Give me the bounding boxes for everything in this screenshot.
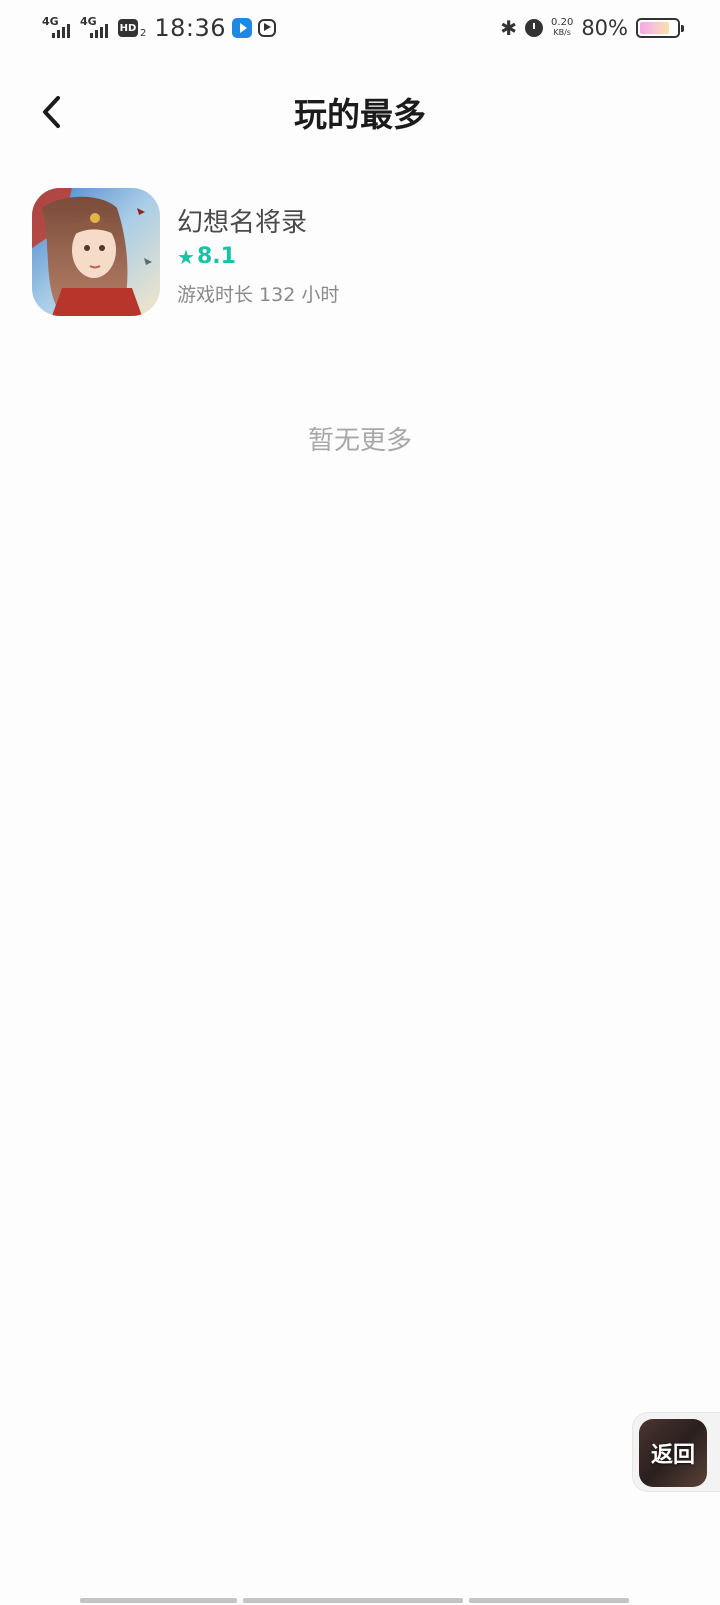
floating-return-button[interactable]: 返回 (632, 1412, 720, 1492)
network-speed: 0.20 KB/s (551, 18, 573, 38)
status-right: ✱ 0.20 KB/s 80% (500, 12, 684, 44)
alarm-icon (525, 19, 544, 37)
list-end-text: 暂无更多 (307, 426, 412, 456)
battery-percent: 80% (581, 16, 628, 40)
gesture-bar-segment (243, 1598, 463, 1603)
page-header: 玩的最多 (0, 70, 720, 154)
network-speed-unit: KB/s (553, 28, 571, 37)
rating-value: 8.1 (196, 244, 236, 269)
gesture-bar (80, 1598, 629, 1603)
game-icon[interactable] (32, 188, 160, 316)
game-list-item[interactable]: 幻想名将录 ★ 8.1 游戏时长 132 小时 (32, 188, 692, 318)
floating-return-thumbnail[interactable]: 返回 (639, 1419, 707, 1487)
gesture-bar-segment (469, 1598, 629, 1603)
app-notification-icon (232, 18, 253, 38)
media-icon (258, 19, 277, 37)
clock: 18:36 (154, 14, 227, 42)
signal-icon: 4G (42, 16, 74, 40)
floating-return-label: 返回 (650, 1443, 695, 1468)
signal-icon-2: 4G (80, 16, 112, 40)
gesture-bar-segment (80, 1598, 237, 1603)
game-rating: ★ 8.1 (177, 244, 236, 269)
status-bar: 4G 4G HD 2 18:36 ✱ 0.20 KB/s 80% (0, 0, 720, 56)
game-name: 幻想名将录 (177, 208, 308, 238)
battery-level (640, 22, 669, 34)
game-playtime: 游戏时长 132 小时 (177, 284, 340, 306)
game-art-image (32, 188, 160, 316)
hd-icon: HD (118, 19, 138, 37)
bluetooth-icon: ✱ (500, 16, 518, 40)
status-left: 4G 4G HD 2 18:36 (42, 12, 277, 44)
battery-icon (636, 18, 684, 38)
network-speed-value: 0.20 (551, 17, 574, 28)
hd-sub-label: 2 (140, 27, 147, 39)
page-title: 玩的最多 (294, 95, 426, 134)
star-icon: ★ (177, 244, 195, 269)
